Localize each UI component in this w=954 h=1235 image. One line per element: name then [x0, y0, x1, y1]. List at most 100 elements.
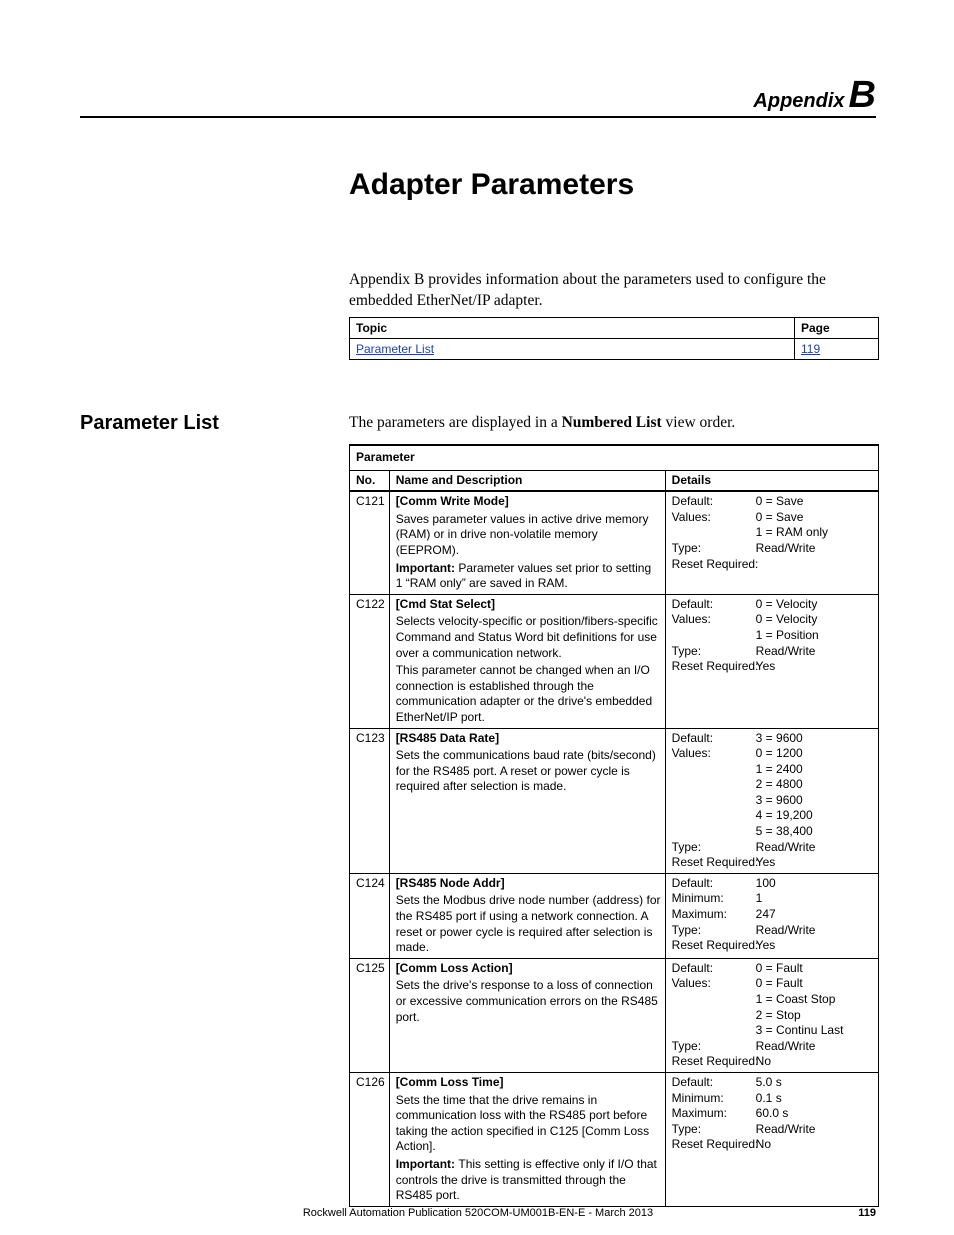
detail-value: Yes — [756, 938, 874, 954]
param-name-cell: [Comm Loss Time] Sets the time that the d… — [389, 1072, 665, 1206]
param-name: [Comm Write Mode] — [396, 494, 509, 508]
detail-value: 3 = 9600 — [756, 793, 874, 809]
param-desc: Sets the Modbus drive node number (addre… — [396, 893, 661, 955]
detail-key: Type: — [672, 923, 756, 939]
param-details: Default:0 = VelocityValues:0 = Velocity1… — [665, 594, 878, 728]
param-row: C124[RS485 Node Addr]Sets the Modbus dri… — [350, 873, 879, 958]
detail-value: 0 = Fault — [756, 961, 874, 977]
param-important: Important: This setting is effective onl… — [396, 1157, 661, 1204]
param-desc: Sets the communications baud rate (bits/… — [396, 748, 661, 795]
section-heading: Parameter List — [80, 412, 219, 435]
col-header-name: Name and Description — [389, 470, 665, 491]
detail-value: 0 = Save — [756, 494, 874, 510]
detail-value: 0 = Velocity — [756, 597, 874, 613]
detail-key: Type: — [672, 840, 756, 856]
detail-value: 1 = RAM only — [756, 525, 874, 541]
param-name-cell: [Comm Loss Action] Sets the drive's respo… — [389, 958, 665, 1072]
detail-key: Reset Required: — [672, 855, 756, 871]
footer-publication: Rockwell Automation Publication 520COM-U… — [303, 1207, 653, 1219]
detail-value: 60.0 s — [756, 1106, 874, 1122]
detail-key: Minimum: — [672, 1091, 756, 1107]
detail-value: Yes — [756, 659, 874, 675]
param-important: Important: Parameter values set prior to… — [396, 561, 661, 592]
detail-value: 0 = Save — [756, 510, 874, 526]
detail-key — [672, 777, 756, 793]
header-rule — [80, 116, 876, 118]
parameter-table-wrap: Parameter No. Name and Description Detai… — [349, 444, 879, 1207]
param-desc: Sets the drive's response to a loss of c… — [396, 978, 661, 1025]
section-intro-bold: Numbered List — [562, 414, 662, 431]
topic-header: Topic — [350, 318, 795, 339]
detail-value: Read/Write — [756, 1122, 874, 1138]
param-no: C121 — [350, 491, 390, 594]
detail-key: Default: — [672, 731, 756, 747]
appendix-word: Appendix — [753, 90, 844, 112]
detail-value: 1 = Position — [756, 628, 874, 644]
detail-key: Default: — [672, 597, 756, 613]
param-name: [Cmd Stat Select] — [396, 597, 495, 611]
detail-value: 2 = 4800 — [756, 777, 874, 793]
detail-key — [672, 793, 756, 809]
param-desc: Sets the time that the drive remains in … — [396, 1093, 661, 1155]
param-name: [Comm Loss Time] — [396, 1075, 504, 1089]
param-name-cell: [Cmd Stat Select]Selects velocity-specif… — [389, 594, 665, 728]
topic-row: Parameter List 119 — [350, 339, 879, 360]
detail-key — [672, 992, 756, 1008]
section-intro: The parameters are displayed in a Number… — [349, 414, 879, 432]
col-header-no: No. — [350, 470, 390, 491]
detail-key: Type: — [672, 541, 756, 557]
detail-value: Read/Write — [756, 644, 874, 660]
param-no: C123 — [350, 728, 390, 873]
detail-key: Reset Required: — [672, 557, 756, 573]
param-row: C123[RS485 Data Rate]Sets the communicat… — [350, 728, 879, 873]
detail-value: Read/Write — [756, 541, 874, 557]
detail-key — [672, 808, 756, 824]
detail-value: 3 = Continu Last — [756, 1023, 874, 1039]
param-no: C126 — [350, 1072, 390, 1206]
detail-key: Type: — [672, 644, 756, 660]
detail-key: Type: — [672, 1122, 756, 1138]
chapter-title: Adapter Parameters — [349, 168, 634, 202]
page: AppendixB Adapter Parameters Appendix B … — [0, 0, 954, 1235]
detail-value: No — [756, 1054, 874, 1070]
detail-key: Default: — [672, 961, 756, 977]
detail-key: Reset Required: — [672, 659, 756, 675]
detail-key: Maximum: — [672, 907, 756, 923]
detail-value — [756, 557, 874, 573]
detail-key: Values: — [672, 746, 756, 762]
intro-text: Appendix B provides information about th… — [349, 270, 879, 312]
detail-key: Values: — [672, 510, 756, 526]
param-no: C122 — [350, 594, 390, 728]
detail-key: Type: — [672, 1039, 756, 1055]
param-name-cell: [Comm Write Mode] Saves parameter values … — [389, 491, 665, 594]
param-name: [Comm Loss Action] — [396, 961, 513, 975]
param-no: C125 — [350, 958, 390, 1072]
param-details: Default:0 = SaveValues:0 = Save1 = RAM o… — [665, 491, 878, 594]
detail-key — [672, 824, 756, 840]
param-details: Default:0 = FaultValues:0 = Fault1 = Coa… — [665, 958, 878, 1072]
param-name-cell: [RS485 Node Addr]Sets the Modbus drive n… — [389, 873, 665, 958]
page-header: Page — [795, 318, 879, 339]
detail-value: 1 — [756, 891, 874, 907]
param-row: C126 [Comm Loss Time] Sets the time that t… — [350, 1072, 879, 1206]
detail-value: 5.0 s — [756, 1075, 874, 1091]
topic-page-link[interactable]: 119 — [801, 342, 820, 356]
detail-value: 1 = 2400 — [756, 762, 874, 778]
detail-key: Reset Required: — [672, 938, 756, 954]
detail-value: 0 = 1200 — [756, 746, 874, 762]
param-details: Default:100Minimum:1Maximum:247Type:Read… — [665, 873, 878, 958]
detail-key: Default: — [672, 1075, 756, 1091]
detail-key: Values: — [672, 976, 756, 992]
detail-key: Values: — [672, 612, 756, 628]
detail-value: 2 = Stop — [756, 1008, 874, 1024]
detail-value: 100 — [756, 876, 874, 892]
detail-value: 0.1 s — [756, 1091, 874, 1107]
detail-key — [672, 628, 756, 644]
detail-key: Default: — [672, 494, 756, 510]
appendix-letter: B — [849, 74, 876, 116]
param-desc: Saves parameter values in active drive m… — [396, 512, 661, 559]
param-group-header: Parameter — [350, 445, 879, 470]
param-row: C122[Cmd Stat Select]Selects velocity-sp… — [350, 594, 879, 728]
param-row: C121 [Comm Write Mode] Saves parameter val… — [350, 491, 879, 594]
topic-link[interactable]: Parameter List — [356, 342, 434, 356]
